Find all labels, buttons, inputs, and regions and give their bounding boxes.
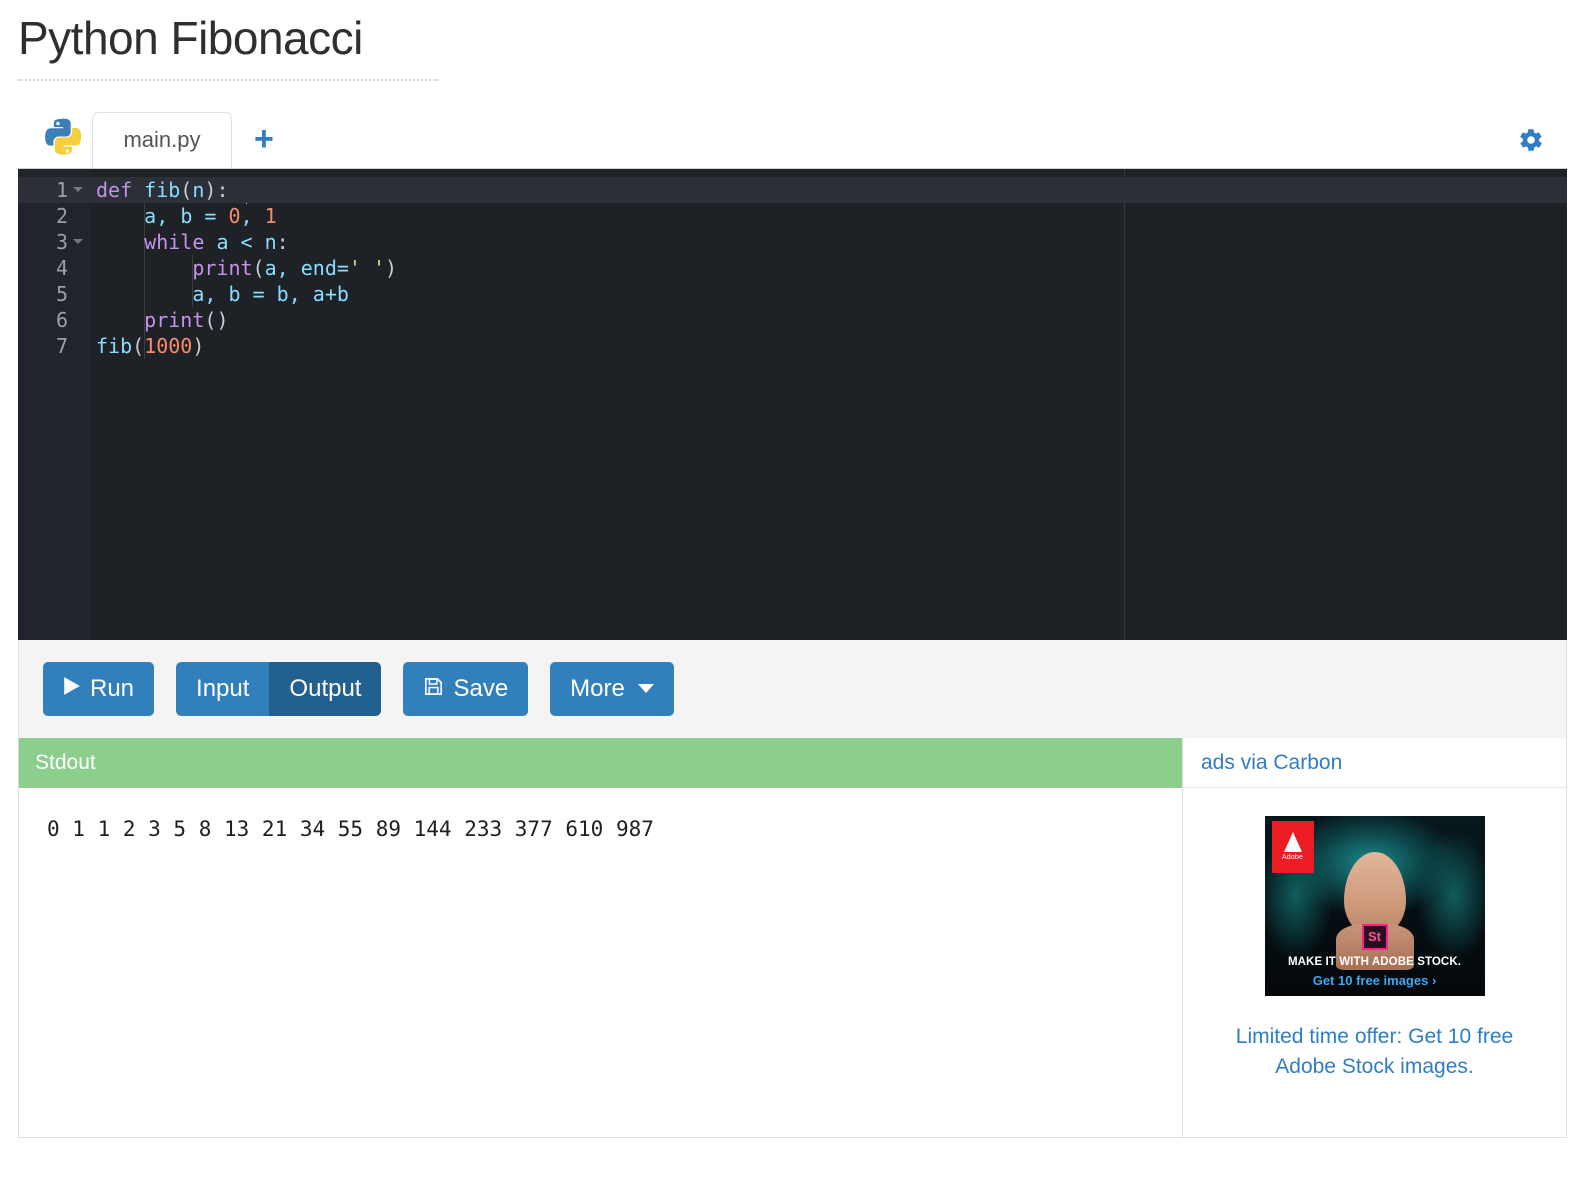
output-label: Output [289, 674, 362, 702]
ad-creative-image[interactable]: Adobe St MAKE IT WITH ADOBE STOCK. Get 1… [1264, 815, 1485, 996]
fold-placeholder-icon [73, 262, 84, 273]
output-row: Stdout 0 1 1 2 3 5 8 13 21 34 55 89 144 … [18, 737, 1567, 1138]
page-header: Python Fibonacci [0, 0, 1585, 81]
input-tab-button[interactable]: Input [176, 661, 270, 716]
add-tab-button[interactable]: + [254, 122, 274, 156]
io-toggle-group: Input Output [176, 661, 382, 716]
stdout-panel: Stdout 0 1 1 2 3 5 8 13 21 34 55 89 144 … [18, 737, 1183, 1138]
code-line[interactable]: while a < n: [90, 229, 1567, 255]
line-number-row[interactable]: 4 [18, 255, 90, 281]
run-button[interactable]: Run [43, 661, 155, 716]
play-icon [63, 676, 81, 701]
ads-body: Adobe St MAKE IT WITH ADOBE STOCK. Get 1… [1183, 788, 1566, 1137]
code-line[interactable]: fib(1000) [90, 333, 1567, 359]
code-editor[interactable]: 1 2 3 4 5 6 7 def fib(n): a, b = 0, 1 wh… [18, 167, 1567, 640]
line-number-row[interactable]: 6 [18, 307, 90, 333]
line-number: 2 [55, 203, 68, 228]
line-number: 1 [55, 177, 68, 202]
ads-header-link[interactable]: ads via Carbon [1183, 738, 1566, 788]
adobe-mark-icon [1283, 832, 1302, 853]
line-number-row[interactable]: 5 [18, 281, 90, 307]
more-button[interactable]: More [550, 661, 674, 716]
line-number-row[interactable]: 3 [18, 229, 90, 255]
line-number-row[interactable]: 7 [18, 333, 90, 359]
fold-arrow-icon[interactable] [73, 184, 84, 195]
caret-down-icon [637, 684, 654, 694]
page-root: Python Fibonacci main.py + 1 2 3 4 5 6 7… [0, 0, 1585, 1201]
line-number: 3 [55, 229, 68, 254]
ads-panel: ads via Carbon Adobe St MAKE IT WITH ADO… [1183, 737, 1567, 1138]
code-line[interactable]: print(a, end=' ') [90, 255, 1567, 281]
stdout-panel-title: Stdout [19, 737, 1182, 788]
ad-cta-link: Get 10 free images › [1312, 972, 1437, 988]
fold-placeholder-icon [73, 210, 84, 221]
editor-toolbar: Run Input Output Save More [18, 639, 1567, 738]
line-number-row[interactable]: 1 [18, 176, 90, 203]
stdout-text: 0 1 1 2 3 5 8 13 21 34 55 89 144 233 377… [47, 816, 667, 841]
ide-container: main.py + 1 2 3 4 5 6 7 def fib(n): a, b… [18, 102, 1567, 1138]
python-logo-icon [40, 114, 86, 160]
code-line[interactable]: a, b = b, a+b [90, 281, 1567, 307]
floppy-disk-icon [423, 676, 444, 702]
line-number: 7 [55, 333, 68, 358]
save-button[interactable]: Save [403, 661, 529, 716]
fold-placeholder-icon [73, 288, 84, 299]
editor-tabbar: main.py + [18, 102, 1567, 168]
more-label: More [570, 674, 625, 702]
code-content[interactable]: def fib(n): a, b = 0, 1 while a < n: pri… [90, 168, 1567, 640]
ad-caption-link[interactable]: Limited time offer: Get 10 free Adobe St… [1210, 1022, 1540, 1083]
fold-placeholder-icon [73, 340, 84, 351]
code-line[interactable]: def fib(n): [90, 176, 1567, 203]
gear-icon[interactable] [1517, 126, 1545, 154]
editor-gutter: 1 2 3 4 5 6 7 [18, 168, 90, 640]
line-number-row[interactable]: 2 [18, 203, 90, 229]
tab-label: main.py [123, 127, 201, 153]
fold-placeholder-icon [73, 314, 84, 325]
line-number: 6 [55, 307, 68, 332]
page-title: Python Fibonacci [18, 12, 363, 64]
adobe-brand-label: Adobe [1281, 854, 1304, 862]
tab-main-py[interactable]: main.py [92, 111, 232, 168]
ad-headline: MAKE IT WITH ADOBE STOCK. [1287, 955, 1462, 968]
line-number: 5 [55, 281, 68, 306]
title-divider [18, 78, 438, 81]
line-number: 4 [55, 255, 68, 280]
run-label: Run [90, 674, 135, 702]
save-label: Save [453, 674, 509, 702]
adobe-logo-icon: Adobe [1271, 820, 1314, 873]
output-tab-button[interactable]: Output [269, 661, 382, 716]
fold-arrow-icon[interactable] [73, 236, 84, 247]
code-line[interactable]: print() [90, 307, 1567, 333]
code-line[interactable]: a, b = 0, 1 [90, 203, 1567, 229]
adobe-stock-badge: St [1361, 923, 1388, 950]
input-label: Input [196, 674, 250, 702]
